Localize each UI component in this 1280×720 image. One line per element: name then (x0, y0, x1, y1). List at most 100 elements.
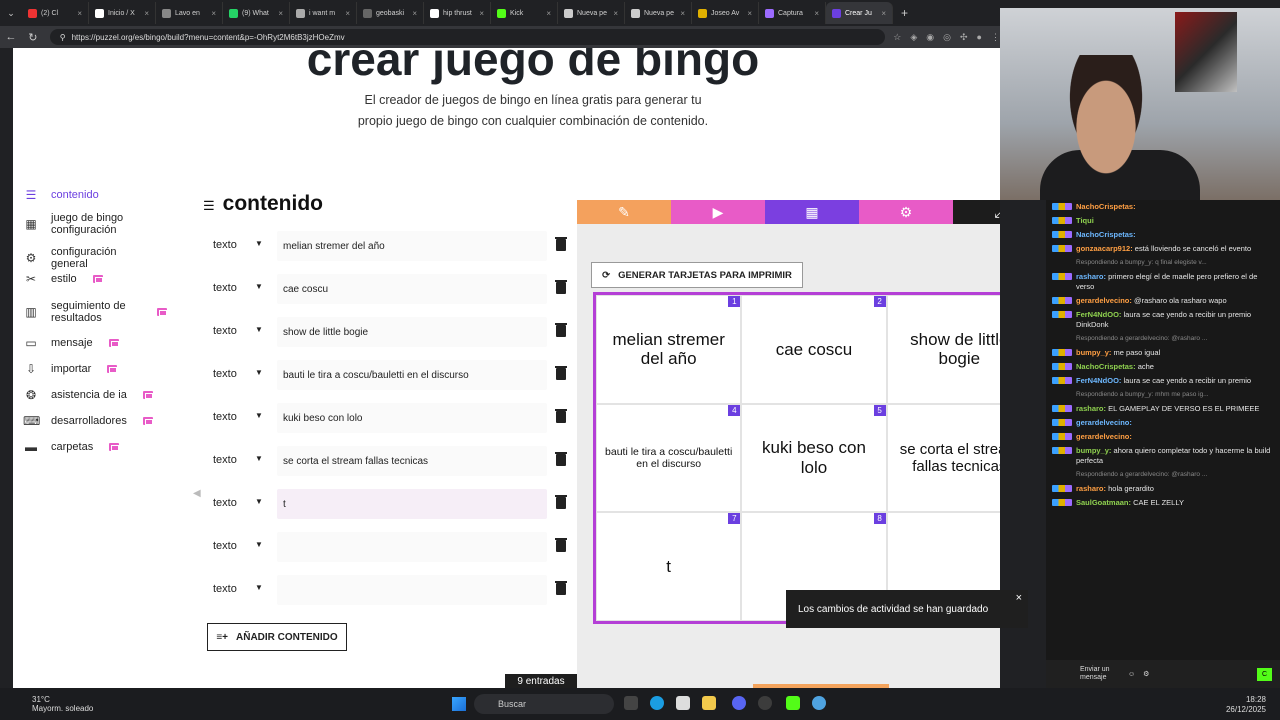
chevron-down-icon[interactable]: ▼ (255, 411, 263, 420)
browser-tab[interactable]: Inicio / X × (89, 2, 156, 24)
browser-icon[interactable] (812, 696, 826, 710)
chat-username[interactable]: NachoCrispetas: (1076, 362, 1136, 371)
discord-icon[interactable] (732, 696, 746, 710)
trash-icon[interactable] (555, 452, 567, 466)
tab-play[interactable]: ▶ (671, 200, 765, 224)
sidebar-item[interactable]: ☰ contenido (23, 188, 99, 202)
sidebar-item[interactable]: ▭ mensaje (23, 336, 119, 350)
entry-input[interactable]: bauti le tira a coscu/bauletti en el dis… (277, 360, 547, 390)
chat-input[interactable]: Enviar un mensaje (1080, 666, 1120, 682)
chat-username[interactable]: NachoCrispetas: (1076, 202, 1136, 211)
browser-tab[interactable]: Captura × (759, 2, 826, 24)
chat-username[interactable]: bumpy_y: (1076, 446, 1111, 455)
chat-username[interactable]: NachoCrispetas: (1076, 230, 1136, 239)
tab-close-icon[interactable]: × (814, 9, 819, 18)
sidebar-item[interactable]: ✂ estilo (23, 272, 103, 286)
browser-tab[interactable]: Lavo en × (156, 2, 223, 24)
back-icon[interactable]: ← (0, 31, 22, 43)
url-field[interactable]: ⚲ https://puzzel.org/es/bingo/build?menu… (49, 29, 886, 45)
type-select[interactable]: texto (213, 540, 237, 552)
reload-icon[interactable]: ↻ (22, 31, 44, 44)
emote-icon[interactable]: ☺ (1128, 671, 1135, 678)
entry-input[interactable]: cae coscu (277, 274, 547, 304)
edge-icon[interactable] (650, 696, 664, 710)
tab-close-icon[interactable]: × (144, 9, 149, 18)
sidebar-item[interactable]: ▦ juego de bingo configuración (23, 212, 141, 236)
chevron-down-icon[interactable]: ▼ (255, 540, 263, 549)
star-icon[interactable]: ☆ (893, 32, 901, 43)
type-select[interactable]: texto (213, 583, 237, 595)
tab-close-icon[interactable]: × (412, 9, 417, 18)
tab-close-icon[interactable]: × (680, 9, 685, 18)
tab-close-icon[interactable]: × (546, 9, 551, 18)
chevron-down-icon[interactable]: ▼ (255, 325, 263, 334)
browser-tab[interactable]: geobaski × (357, 2, 424, 24)
chat-username[interactable]: gonzaacarp912: (1076, 244, 1133, 253)
browser-tab[interactable]: Kick × (491, 2, 558, 24)
close-icon[interactable]: × (1016, 592, 1022, 604)
browser-tab[interactable]: Nueva pe × (558, 2, 625, 24)
type-select[interactable]: texto (213, 325, 237, 337)
extension-icon[interactable]: ◉ (926, 32, 934, 43)
kick-icon[interactable] (786, 696, 800, 710)
browser-tab[interactable]: Nueva pe × (625, 2, 692, 24)
entry-input[interactable] (277, 532, 547, 562)
tab-close-icon[interactable]: × (345, 9, 350, 18)
trash-icon[interactable] (555, 581, 567, 595)
chat-username[interactable]: FerN4NdOO: (1076, 310, 1121, 319)
tab-close-icon[interactable]: × (479, 9, 484, 18)
tab-fullscreen[interactable]: ⤢ (953, 200, 1000, 224)
browser-tab[interactable]: i want m × (290, 2, 357, 24)
trash-icon[interactable] (555, 366, 567, 380)
sidebar-item[interactable]: ▥ seguimiento de resultados (23, 300, 167, 324)
tab-close-icon[interactable]: × (211, 9, 216, 18)
entry-input[interactable]: kuki beso con lolo (277, 403, 547, 433)
trash-icon[interactable] (555, 323, 567, 337)
entry-input[interactable]: t (277, 489, 547, 519)
entry-input[interactable]: show de little bogie (277, 317, 547, 347)
app-icon[interactable] (624, 696, 638, 710)
profile-icon[interactable]: ● (977, 32, 982, 43)
entry-input[interactable] (277, 575, 547, 605)
chat-username[interactable]: gerardelvecino: (1076, 432, 1132, 441)
generate-cards-button[interactable]: ⟳ GENERAR TARJETAS PARA IMPRIMIR (591, 262, 803, 288)
browser-tab[interactable]: (9) What × (223, 2, 290, 24)
trash-icon[interactable] (555, 409, 567, 423)
tab-close-icon[interactable]: × (881, 9, 886, 18)
puzzle-icon[interactable]: ✣ (960, 32, 968, 43)
chat-username[interactable]: rasharo: (1076, 272, 1106, 281)
type-select[interactable]: texto (213, 497, 237, 509)
sidebar-item[interactable]: ▬ carpetas (23, 440, 120, 454)
windows-start-icon[interactable] (452, 697, 466, 711)
chat-username[interactable]: FerN4NdOO: (1076, 376, 1121, 385)
type-select[interactable]: texto (213, 411, 237, 423)
chat-username[interactable]: rasharo: (1076, 484, 1106, 493)
sidebar-item[interactable]: ⇩ importar (23, 362, 118, 376)
tab-edit[interactable]: ✎ (577, 200, 671, 224)
chevron-down-icon[interactable]: ▼ (255, 282, 263, 291)
chat-username[interactable]: gerardelvecino: (1076, 296, 1132, 305)
chevron-down-icon[interactable]: ▼ (255, 239, 263, 248)
send-icon[interactable]: C (1256, 667, 1272, 681)
entry-input[interactable]: se corta el stream fallas tecnicas (277, 446, 547, 476)
site-info-icon[interactable]: ⚲ (60, 33, 66, 42)
type-select[interactable]: texto (213, 239, 237, 251)
chat-username[interactable]: bumpy_y: (1076, 348, 1111, 357)
tab-close-icon[interactable]: × (278, 9, 283, 18)
folder-icon[interactable] (702, 696, 716, 710)
tab-close-icon[interactable]: × (747, 9, 752, 18)
extension-icon[interactable]: ◎ (943, 32, 951, 43)
menu-icon[interactable]: ⋮ (991, 32, 1000, 43)
type-select[interactable]: texto (213, 454, 237, 466)
type-select[interactable]: texto (213, 368, 237, 380)
sidebar-item[interactable]: ⚙ configuración general (23, 246, 141, 270)
chevron-down-icon[interactable]: ▼ (255, 583, 263, 592)
collapse-sidebar-icon[interactable]: ◀ (193, 488, 201, 499)
chat-username[interactable]: Tiqui (1076, 216, 1094, 225)
clock[interactable]: 18:28 26/12/2025 (1226, 695, 1266, 715)
weather-widget[interactable]: 31°C Mayorm. soleado (32, 695, 93, 713)
trash-icon[interactable] (555, 280, 567, 294)
sidebar-item[interactable]: ⌨ desarrolladores (23, 414, 153, 428)
browser-tab[interactable]: hip thrust × (424, 2, 491, 24)
tab-close-icon[interactable]: × (77, 9, 82, 18)
